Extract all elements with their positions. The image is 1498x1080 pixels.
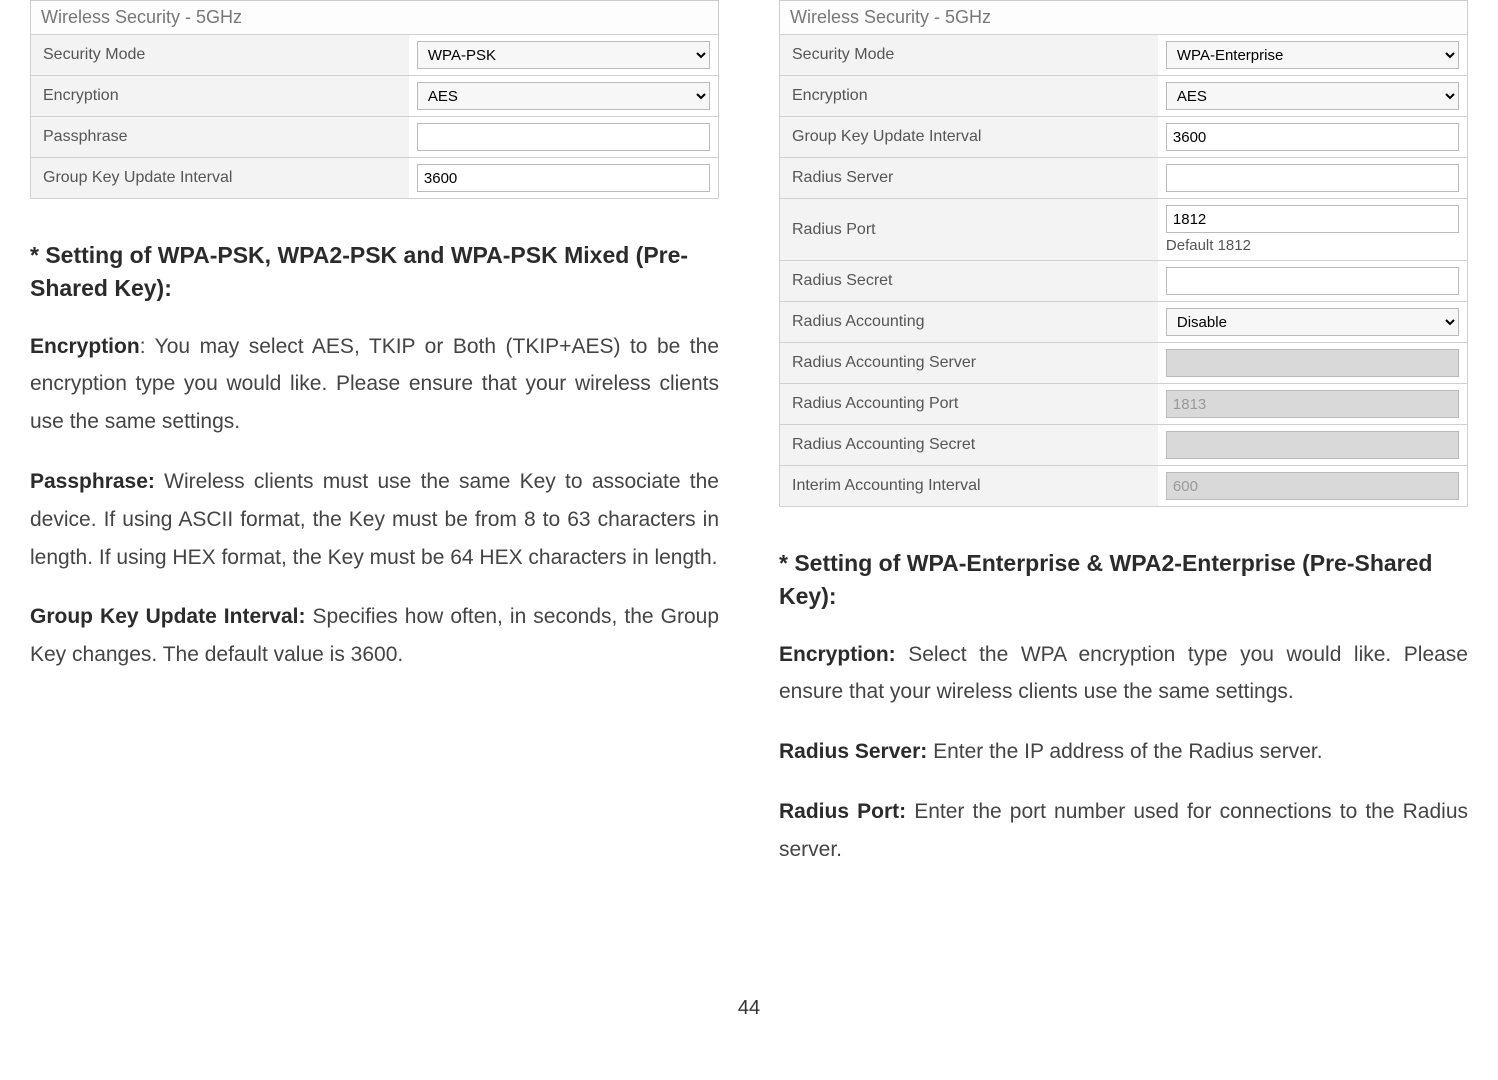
right-column: Wireless Security - 5GHz Security Mode WP…: [779, 0, 1468, 891]
row-value: AES: [1158, 76, 1468, 117]
row-label: Encryption: [780, 76, 1158, 117]
row-label: Encryption: [31, 76, 409, 117]
row-value: Disable: [1158, 302, 1468, 343]
row-value: AES: [409, 76, 719, 117]
ent-select-1[interactable]: AES: [1166, 82, 1459, 110]
psk-input-2[interactable]: [417, 123, 710, 151]
row-value: WPA-Enterprise: [1158, 35, 1468, 76]
table-row: Radius Server: [780, 158, 1468, 199]
row-value: [409, 117, 719, 158]
psk-select-0[interactable]: WPA-PSK: [417, 41, 710, 69]
para-term: Passphrase:: [30, 470, 155, 493]
row-value: [1158, 343, 1468, 384]
para-term: Radius Port:: [779, 800, 906, 823]
table-row: Encryption AES: [780, 76, 1468, 117]
table-row: Radius Port Default 1812: [780, 199, 1468, 261]
ent-input-9: [1166, 431, 1459, 459]
table-row: Security Mode WPA-PSK: [31, 35, 719, 76]
table-row: Encryption AES: [31, 76, 719, 117]
row-value: [1158, 425, 1468, 466]
psk-heading: * Setting of WPA-PSK, WPA2-PSK and WPA-P…: [30, 239, 719, 306]
row-value: [409, 158, 719, 199]
row-value: WPA-PSK: [409, 35, 719, 76]
row-value: Default 1812: [1158, 199, 1468, 261]
enterprise-heading: * Setting of WPA-Enterprise & WPA2-Enter…: [779, 547, 1468, 614]
enterprise-table-title: Wireless Security - 5GHz: [779, 0, 1468, 34]
row-label: Radius Server: [780, 158, 1158, 199]
row-label: Group Key Update Interval: [31, 158, 409, 199]
row-label: Radius Secret: [780, 261, 1158, 302]
enterprise-config-table: Wireless Security - 5GHz Security Mode WP…: [779, 0, 1468, 507]
ent-select-0[interactable]: WPA-Enterprise: [1166, 41, 1459, 69]
ent-input-7: [1166, 349, 1459, 377]
table-row: Interim Accounting Interval: [780, 466, 1468, 507]
table-row: Radius Accounting Server: [780, 343, 1468, 384]
table-row: Group Key Update Interval: [780, 117, 1468, 158]
table-row: Passphrase: [31, 117, 719, 158]
row-value: [1158, 384, 1468, 425]
table-row: Radius Accounting Disable: [780, 302, 1468, 343]
para-term: Group Key Update Interval:: [30, 605, 306, 628]
psk-para-0: Encryption: You may select AES, TKIP or …: [30, 328, 719, 441]
ent-select-6[interactable]: Disable: [1166, 308, 1459, 336]
row-label: Radius Accounting Port: [780, 384, 1158, 425]
para-text: Enter the IP address of the Radius serve…: [927, 740, 1322, 763]
ent-input-5[interactable]: [1166, 267, 1459, 295]
ent-para-1: Radius Server: Enter the IP address of t…: [779, 733, 1468, 771]
ent-input-3[interactable]: [1166, 164, 1459, 192]
row-value: [1158, 261, 1468, 302]
psk-para-1: Passphrase: Wireless clients must use th…: [30, 463, 719, 576]
psk-input-3[interactable]: [417, 164, 710, 192]
ent-para-2: Radius Port: Enter the port number used …: [779, 793, 1468, 869]
row-label: Security Mode: [780, 35, 1158, 76]
table-row: Radius Accounting Secret: [780, 425, 1468, 466]
ent-input-2[interactable]: [1166, 123, 1459, 151]
table-row: Group Key Update Interval: [31, 158, 719, 199]
row-value: [1158, 117, 1468, 158]
para-term: Encryption: [30, 335, 140, 358]
ent-para-0: Encryption: Select the WPA encryption ty…: [779, 636, 1468, 712]
table-row: Radius Accounting Port: [780, 384, 1468, 425]
left-column: Wireless Security - 5GHz Security Mode WP…: [30, 0, 719, 891]
row-label: Radius Accounting Secret: [780, 425, 1158, 466]
row-label: Radius Accounting: [780, 302, 1158, 343]
psk-config-table: Wireless Security - 5GHz Security Mode WP…: [30, 0, 719, 199]
table-row: Radius Secret: [780, 261, 1468, 302]
row-label: Security Mode: [31, 35, 409, 76]
ent-input-10: [1166, 472, 1459, 500]
row-hint: Default 1812: [1166, 237, 1459, 254]
row-label: Radius Port: [780, 199, 1158, 261]
row-label: Radius Accounting Server: [780, 343, 1158, 384]
psk-para-2: Group Key Update Interval: Specifies how…: [30, 598, 719, 674]
row-value: [1158, 158, 1468, 199]
row-label: Interim Accounting Interval: [780, 466, 1158, 507]
table-row: Security Mode WPA-Enterprise: [780, 35, 1468, 76]
para-term: Radius Server:: [779, 740, 927, 763]
ent-input-8: [1166, 390, 1459, 418]
ent-input-4[interactable]: [1166, 205, 1459, 233]
row-label: Group Key Update Interval: [780, 117, 1158, 158]
row-value: [1158, 466, 1468, 507]
para-term: Encryption:: [779, 643, 896, 666]
psk-table-title: Wireless Security - 5GHz: [30, 0, 719, 34]
psk-select-1[interactable]: AES: [417, 82, 710, 110]
page-number: 44: [0, 997, 1498, 1020]
row-label: Passphrase: [31, 117, 409, 158]
